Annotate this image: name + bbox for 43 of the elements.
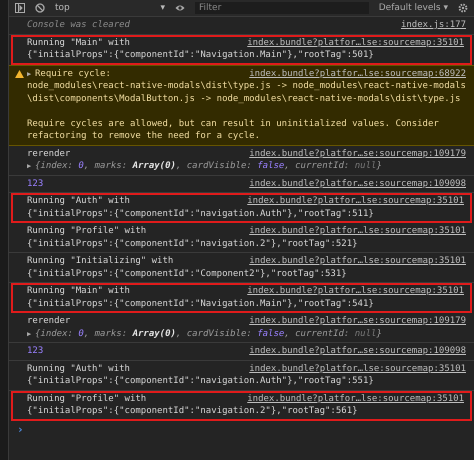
message-text: {"initialProps":{"componentId":"Navigation.Main"},"rootTag":501}	[27, 49, 375, 62]
context-dropdown[interactable]: top ▾	[55, 3, 165, 13]
message-text: Running "Initializing" with	[27, 255, 174, 268]
message-text: Require cycles are allowed, but can result in uninitialized values. Consider refactoring to remove the need for a cycle.	[27, 118, 440, 142]
message-text: rerender	[27, 315, 70, 328]
source-link[interactable]: index.bundle?platfor…lse:sourcemap:35101	[249, 255, 466, 268]
message-text: {"initialProps":{"componentId":"navigation.Auth"},"rootTag":511}	[27, 208, 375, 220]
message-text: Console was cleared	[27, 19, 130, 32]
source-link[interactable]: index.bundle?platfor…lse:sourcemap:35101	[247, 285, 464, 298]
source-link[interactable]: index.bundle?platfor…se:sourcemap:109098	[249, 345, 466, 358]
message-text: Running "Auth" with	[27, 195, 130, 208]
source-link[interactable]: index.bundle?platfor…se:sourcemap:109179	[249, 315, 466, 328]
message-text: Running "Profile" with	[27, 392, 146, 405]
warning-icon	[15, 70, 24, 78]
message-text: rerender	[27, 148, 70, 160]
levels-dropdown[interactable]: Default levels ▾	[378, 3, 448, 13]
source-link[interactable]: index.bundle?platfor…lse:sourcemap:35101	[247, 392, 464, 405]
message-text: {"initialProps":{"componentId":"Component2"},"rootTag":531}	[27, 268, 348, 280]
filter-field[interactable]: Filter	[195, 2, 369, 14]
message-text: Running "Main" with	[27, 36, 130, 49]
message-text: Running "Auth" with	[27, 362, 130, 375]
message-text: node_modules\react-native-modals\dist\type.js -> node_modules\react-native-modals\dist\components\ModalButton.js -> node_modules\react-native-modals\dist\type.js	[27, 80, 466, 105]
source-link[interactable]: index.bundle?platfor…lse:sourcemap:35101	[247, 195, 464, 208]
source-link[interactable]: index.bundle?platfor…lse:sourcemap:35101	[249, 225, 466, 238]
source-link[interactable]: index.js:177	[400, 19, 466, 32]
message-text: {"initialProps":{"componentId":"navigation.2"},"rootTag":561}	[27, 405, 359, 418]
message-text: Running "Main" with	[27, 285, 130, 298]
message-text: {"initialProps":{"componentId":"navigation.2"},"rootTag":521}	[27, 238, 359, 250]
clear-icon[interactable]	[35, 3, 45, 13]
source-link[interactable]: index.bundle?platfor…lse:sourcemap:35101	[249, 362, 466, 375]
message-text: {"initialProps":{"componentId":"navigation.Auth"},"rootTag":551}	[27, 375, 375, 388]
source-link[interactable]: index.bundle?platfor…lse:sourcemap:35101	[247, 36, 464, 49]
number-value: 123	[27, 178, 44, 190]
prompt-icon[interactable]: ›	[17, 422, 24, 436]
message-text: {"initialProps":{"componentId":"Navigation.Main"},"rootTag":541}	[27, 298, 375, 310]
number-value: 123	[27, 345, 44, 358]
sidebar-icon[interactable]	[15, 3, 25, 13]
eye-icon[interactable]	[175, 3, 185, 13]
source-link[interactable]: index.bundle?platfor…lse:sourcemap:68922	[249, 68, 466, 80]
settings-icon[interactable]	[458, 3, 468, 13]
source-link[interactable]: index.bundle?platfor…se:sourcemap:109098	[249, 178, 466, 190]
message-text: Running "Profile" with	[27, 225, 146, 238]
source-link[interactable]: index.bundle?platfor…se:sourcemap:109179	[249, 148, 466, 160]
